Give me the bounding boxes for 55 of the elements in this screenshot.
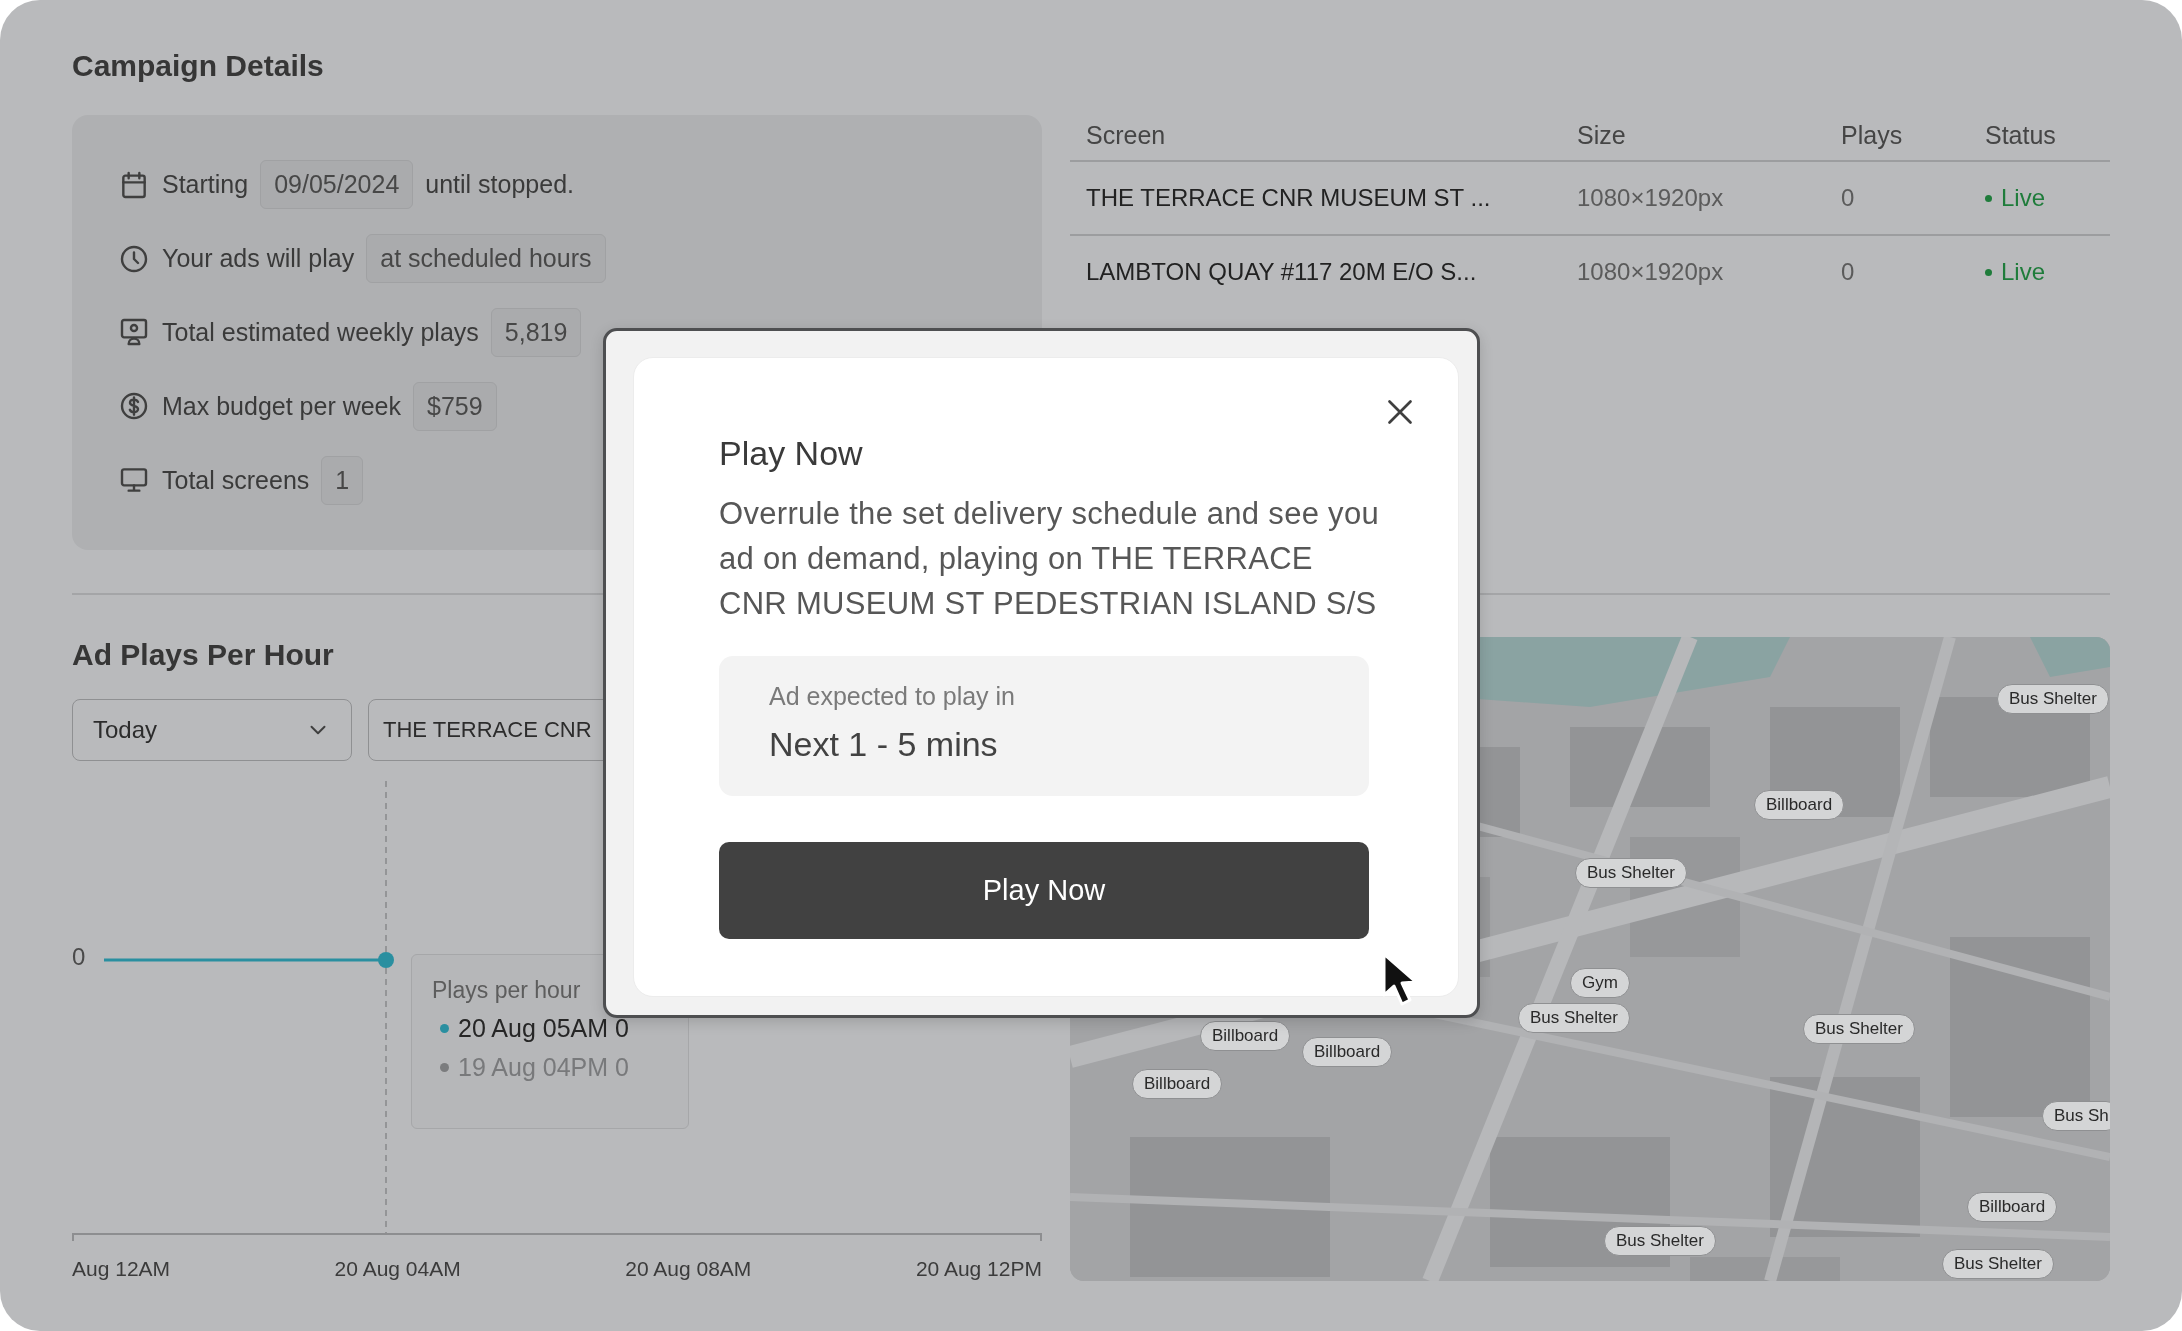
detail-label: Total estimated weekly plays (162, 318, 479, 347)
axis-label: Aug 12AM (72, 1257, 171, 1281)
map-pin[interactable]: Bus Shelter (1942, 1249, 2054, 1279)
eta-label: Ad expected to play in (769, 682, 1016, 711)
axis-label: 0 (72, 943, 86, 971)
map-pin[interactable]: Gym (1570, 968, 1630, 998)
column-header: Plays (1840, 120, 1903, 150)
status-dot (1985, 268, 1992, 276)
tooltip-value: 20 Aug 05AM 0 (458, 1014, 629, 1043)
value-chip: 5,819 (490, 308, 582, 357)
modal-title: Play Now (719, 433, 864, 473)
map-pin[interactable]: Billboard (1302, 1037, 1393, 1067)
value-chip: $759 (413, 381, 497, 431)
axis-label: 20 Aug 08AM (625, 1257, 752, 1281)
table-cell-text: 0 (1840, 258, 1855, 286)
detail-label: Starting (162, 170, 249, 200)
axis-label: 20 Aug 12PM (915, 1257, 1042, 1281)
map-pin[interactable]: Bus Shelter (1575, 858, 1687, 888)
section-title: Ad Plays Per Hour (72, 637, 335, 673)
map-pin[interactable]: Bus Shelter (1604, 1226, 1716, 1256)
detail-text: until stopped. (425, 170, 574, 200)
modal-description: Overrule the set delivery schedule and see you ad on demand, playing on THE TERRACE CNR MUSEUM ST PEDESTRIAN ISLAND S/S (719, 495, 1380, 623)
data-point (378, 952, 394, 968)
detail-label: Your ads will play (162, 244, 355, 274)
table-cell-text: 0 (1840, 184, 1855, 212)
map-pin[interactable]: Bus Shelter (1518, 1003, 1630, 1033)
table-cell-text: LAMBTON QUAY #117 20M E/O S... (1085, 258, 1477, 286)
column-header: Size (1576, 120, 1626, 150)
map-pin[interactable]: Billboard (1200, 1021, 1291, 1051)
tooltip-title: Plays per hour (432, 977, 582, 1004)
section-title: Campaign Details (72, 48, 325, 84)
table-cell-text: 1080×1920px (1576, 184, 1724, 212)
play-now-button[interactable]: Play Now (719, 842, 1369, 939)
detail-label: Total screens (162, 465, 310, 495)
map-pin[interactable]: Bus Sh (2042, 1101, 2110, 1131)
value-chip: 09/05/2024 (260, 160, 414, 210)
column-header: Status (1984, 120, 2056, 150)
table-cell-text: THE TERRACE CNR MUSEUM ST ... (1085, 184, 1491, 212)
period-dropdown[interactable]: Today (72, 699, 352, 761)
value-chip: 1 (321, 455, 364, 505)
detail-label: Max budget per week (162, 391, 402, 421)
map-pin[interactable]: Bus Shelter (1803, 1014, 1915, 1044)
status-text: Live (2001, 184, 2046, 212)
value-chip: at scheduled hours (366, 234, 606, 284)
table-cell-text: 1080×1920px (1576, 258, 1724, 286)
status-dot (1985, 194, 1992, 202)
eta-value: Next 1 - 5 mins (769, 725, 999, 764)
axis-label: 20 Aug 04AM (334, 1257, 461, 1281)
map-pin[interactable]: Billboard (1754, 790, 1845, 820)
column-header: Screen (1085, 120, 1166, 150)
map-pin[interactable]: Billboard (1132, 1069, 1223, 1099)
status-text: Live (2001, 258, 2046, 286)
map-pin[interactable]: Bus Shelter (1997, 684, 2109, 714)
tooltip-value: 19 Aug 04PM 0 (458, 1053, 629, 1082)
map-pin[interactable]: Billboard (1967, 1192, 2058, 1222)
